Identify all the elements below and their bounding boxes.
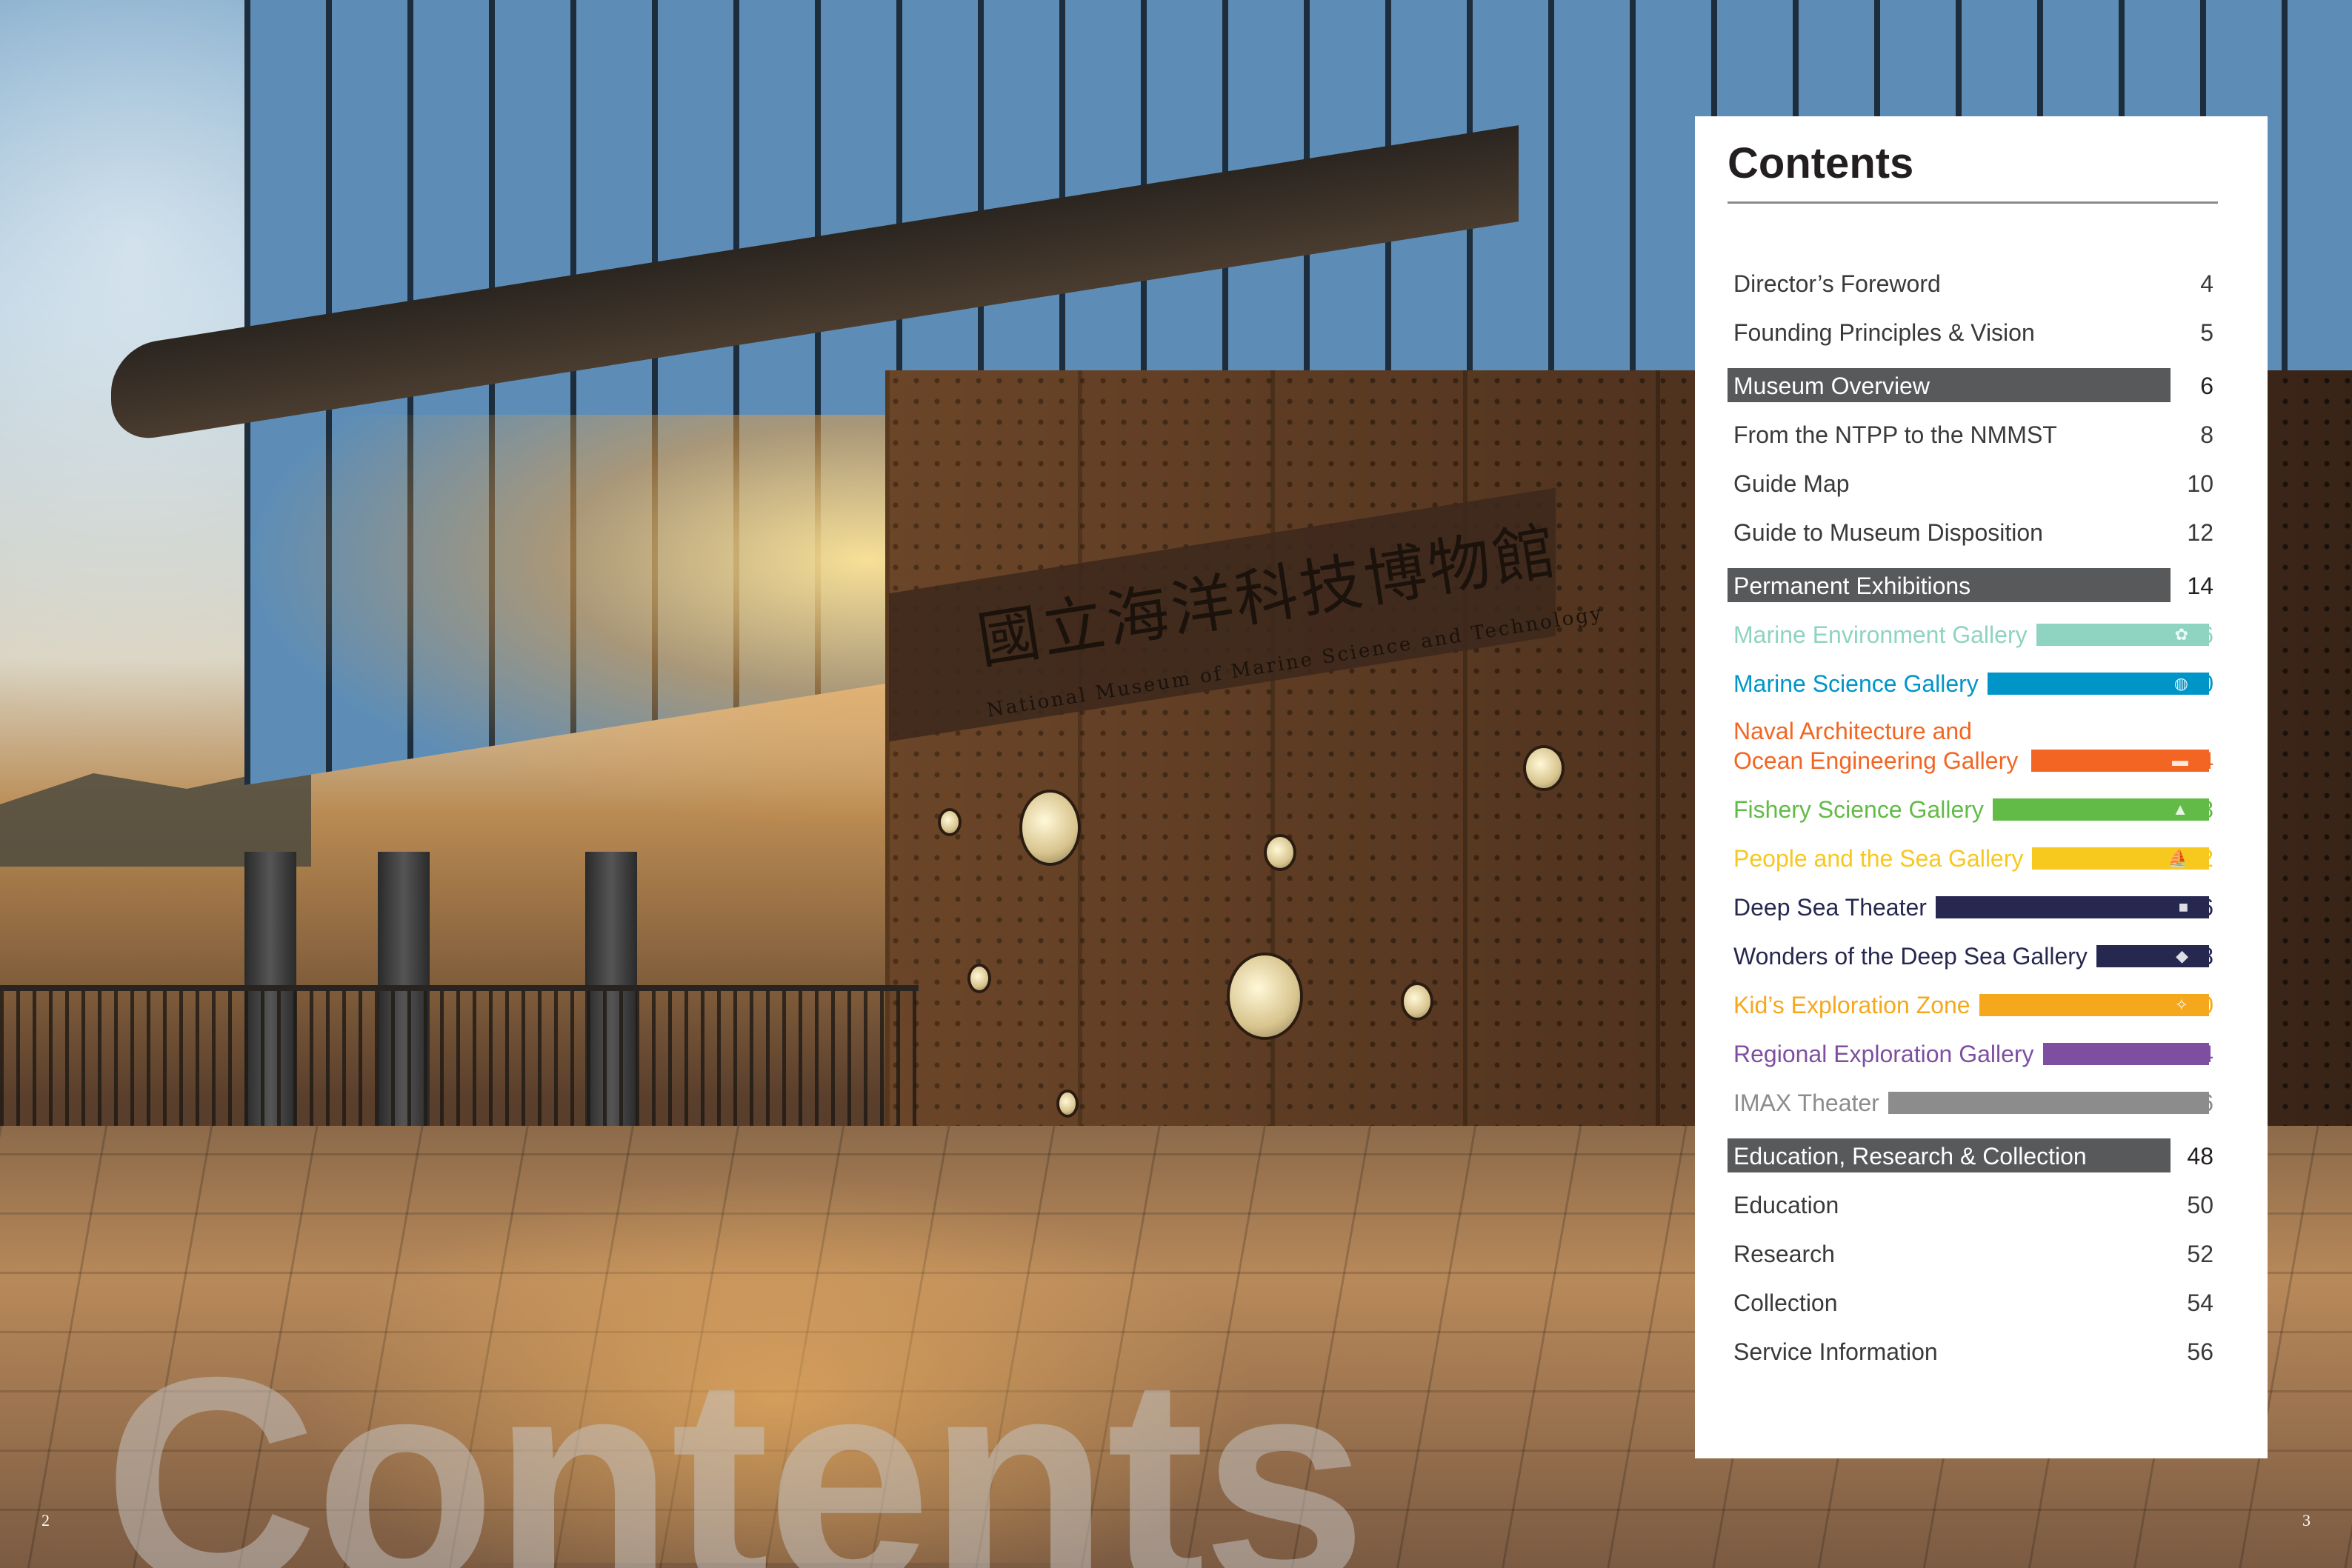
toc-page-number: 16 <box>2187 621 2213 648</box>
toc-entry-label: Fishery Science Gallery <box>1733 796 1984 823</box>
toc-entry-row[interactable]: Director’s Foreword 4 <box>1728 257 2218 306</box>
porthole-window <box>1267 837 1293 868</box>
toc-entry-label: Collection <box>1733 1290 1838 1316</box>
gallery-color-bar: ✿ <box>2036 624 2209 646</box>
toc-page-number: 20 <box>2187 670 2213 697</box>
toc-entry-label: Wonders of the Deep Sea Gallery <box>1733 943 2088 970</box>
page-number-left: 2 <box>41 1511 50 1529</box>
toc-section-row[interactable]: Permanent Exhibitions 14 <box>1728 559 2218 608</box>
background-title: Contents <box>104 1315 1367 1568</box>
toc-entry-label: People and the Sea Gallery <box>1733 845 2024 872</box>
toc-page-number: 38 <box>2187 943 2213 970</box>
gallery-color-bar: ⛵ <box>2032 847 2209 870</box>
porthole-window <box>970 967 988 990</box>
toc-page-number: 14 <box>2187 573 2213 599</box>
toc-page-number: 44 <box>2187 1041 2213 1067</box>
toc-entry-row[interactable]: Deep Sea Theater ■ 36 <box>1728 881 2218 930</box>
toc-page-number: 28 <box>2187 796 2213 823</box>
toc-entry-row[interactable]: Wonders of the Deep Sea Gallery ◆ 38 <box>1728 930 2218 978</box>
toc-entry-label: IMAX Theater <box>1733 1090 1879 1116</box>
title-divider <box>1728 201 2218 204</box>
toc-page-number: 50 <box>2187 1192 2213 1218</box>
globe-icon: ◍ <box>2173 674 2188 693</box>
toc-page-number: 54 <box>2187 1290 2213 1316</box>
toc-entry-row[interactable]: IMAX Theater 46 <box>1728 1076 2218 1125</box>
toc-entry-row[interactable]: Kid’s Exploration Zone ✧ 40 <box>1728 978 2218 1027</box>
gallery-color-bar: ◍ <box>1987 673 2209 695</box>
kid-icon: ✧ <box>2174 995 2188 1014</box>
toc-page-number: 52 <box>2187 1241 2213 1267</box>
toc-entry-label: Research <box>1733 1241 1835 1267</box>
toc-entry-row[interactable]: Naval Architecture and Ocean Engineering… <box>1728 706 2218 783</box>
toc-entry-row[interactable]: Guide to Museum Disposition 12 <box>1728 506 2218 555</box>
toc-page-number: 56 <box>2187 1338 2213 1365</box>
toc-entry-label: Naval Architecture and Ocean Engineering… <box>1733 718 2019 774</box>
toc-entry-label: From the NTPP to the NMMST <box>1733 421 2057 448</box>
toc-entry-row[interactable]: Research 52 <box>1728 1227 2218 1276</box>
toc-entry-label: Regional Exploration Gallery <box>1733 1041 2034 1067</box>
toc-page-number: 46 <box>2187 1090 2213 1116</box>
toc-page-number: 48 <box>2187 1143 2213 1170</box>
porthole-window <box>941 811 959 833</box>
table-of-contents: Director’s Foreword 4 Founding Principles … <box>1728 257 2218 1374</box>
toc-page-number: 10 <box>2187 470 2213 497</box>
toc-entry-row[interactable]: Marine Science Gallery ◍ 20 <box>1728 657 2218 706</box>
toc-page-number: 12 <box>2187 519 2213 546</box>
toc-entry-row[interactable]: Founding Principles & Vision 5 <box>1728 306 2218 355</box>
toc-entry-row[interactable]: Education 50 <box>1728 1178 2218 1227</box>
toc-entry-row[interactable]: Service Information 56 <box>1728 1325 2218 1374</box>
toc-section-row[interactable]: Education, Research & Collection 48 <box>1728 1130 2218 1178</box>
toc-page-number: 4 <box>2200 270 2213 297</box>
toc-entry-row[interactable]: People and the Sea Gallery ⛵ 32 <box>1728 832 2218 881</box>
contents-title: Contents <box>1728 139 1914 187</box>
toc-page-number: 6 <box>2200 373 2213 399</box>
toc-entry-label: Kid’s Exploration Zone <box>1733 992 1970 1018</box>
toc-entry-row[interactable]: Marine Environment Gallery ✿ 16 <box>1728 608 2218 657</box>
porthole-window <box>1022 793 1078 863</box>
gallery-color-bar: ■ <box>1935 896 2209 918</box>
toc-entry-label: Director’s Foreword <box>1733 270 1941 297</box>
toc-section-row[interactable]: Museum Overview 6 <box>1728 359 2218 408</box>
toc-entry-label: Permanent Exhibitions <box>1728 568 2171 602</box>
gallery-color-bar: ▲ <box>1992 798 2209 821</box>
gallery-color-bar <box>1888 1092 2209 1114</box>
toc-page-number: 36 <box>2187 894 2213 921</box>
toc-entry-label: Museum Overview <box>1728 368 2171 402</box>
page-number-right: 3 <box>2302 1511 2311 1529</box>
toc-page-number: 40 <box>2187 992 2213 1018</box>
toc-entry-row[interactable]: Regional Exploration Gallery 44 <box>1728 1027 2218 1076</box>
toc-entry-label: Deep Sea Theater <box>1733 894 1927 921</box>
toc-entry-row[interactable]: Guide Map 10 <box>1728 457 2218 506</box>
toc-entry-label: Founding Principles & Vision <box>1733 319 2035 346</box>
toc-page-number: 24 <box>2187 747 2213 774</box>
toc-page-number: 32 <box>2187 845 2213 872</box>
gallery-color-bar: ✧ <box>1979 994 2209 1016</box>
toc-page-number: 8 <box>2200 421 2213 448</box>
toc-entry-row[interactable]: Fishery Science Gallery ▲ 28 <box>1728 783 2218 832</box>
gallery-color-bar: ▬ <box>2031 750 2209 772</box>
porthole-window <box>1230 955 1300 1037</box>
toc-entry-row[interactable]: Collection 54 <box>1728 1276 2218 1325</box>
fishing-boat-icon: ▲ <box>2172 800 2188 818</box>
toc-entry-label: Marine Environment Gallery <box>1733 621 2028 648</box>
porthole-window <box>1526 748 1562 788</box>
coral-icon: ✿ <box>2174 625 2188 644</box>
toc-entry-label: Marine Science Gallery <box>1733 670 1979 697</box>
contents-panel: Contents Director’s Foreword 4 Founding Pr… <box>1695 116 2268 1458</box>
toc-entry-row[interactable]: From the NTPP to the NMMST 8 <box>1728 408 2218 457</box>
toc-entry-label: Guide to Museum Disposition <box>1733 519 2043 546</box>
toc-entry-label: Service Information <box>1733 1338 1938 1365</box>
porthole-window <box>1059 1092 1076 1115</box>
sailboat-icon: ⛵ <box>2168 849 2188 867</box>
toc-entry-label: Education <box>1733 1192 1839 1218</box>
toc-page-number: 5 <box>2200 319 2213 346</box>
porthole-window <box>1404 985 1430 1018</box>
gallery-color-bar <box>2042 1043 2209 1065</box>
toc-entry-label: Education, Research & Collection <box>1728 1138 2171 1172</box>
ship-icon: ▬ <box>2172 751 2188 770</box>
toc-entry-label: Guide Map <box>1733 470 1850 497</box>
